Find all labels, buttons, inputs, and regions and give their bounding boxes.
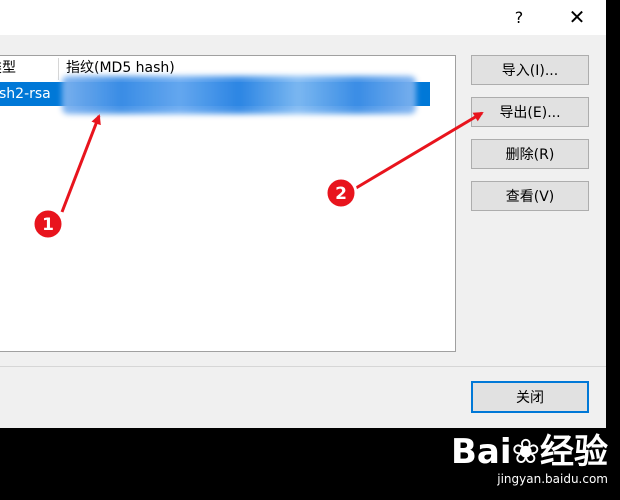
watermark-logo: Bai❀经验: [450, 432, 608, 472]
marker-2-label: 2: [335, 184, 347, 204]
watermark: Bai❀经验 jingyan.baidu.com: [451, 432, 608, 486]
arrow-2: [355, 111, 484, 190]
arrow-1: [60, 114, 101, 213]
marker-1-label: 1: [42, 215, 54, 235]
annotation-overlay: 1 2: [31, 111, 484, 241]
watermark-site: jingyan.baidu.com: [497, 472, 608, 486]
